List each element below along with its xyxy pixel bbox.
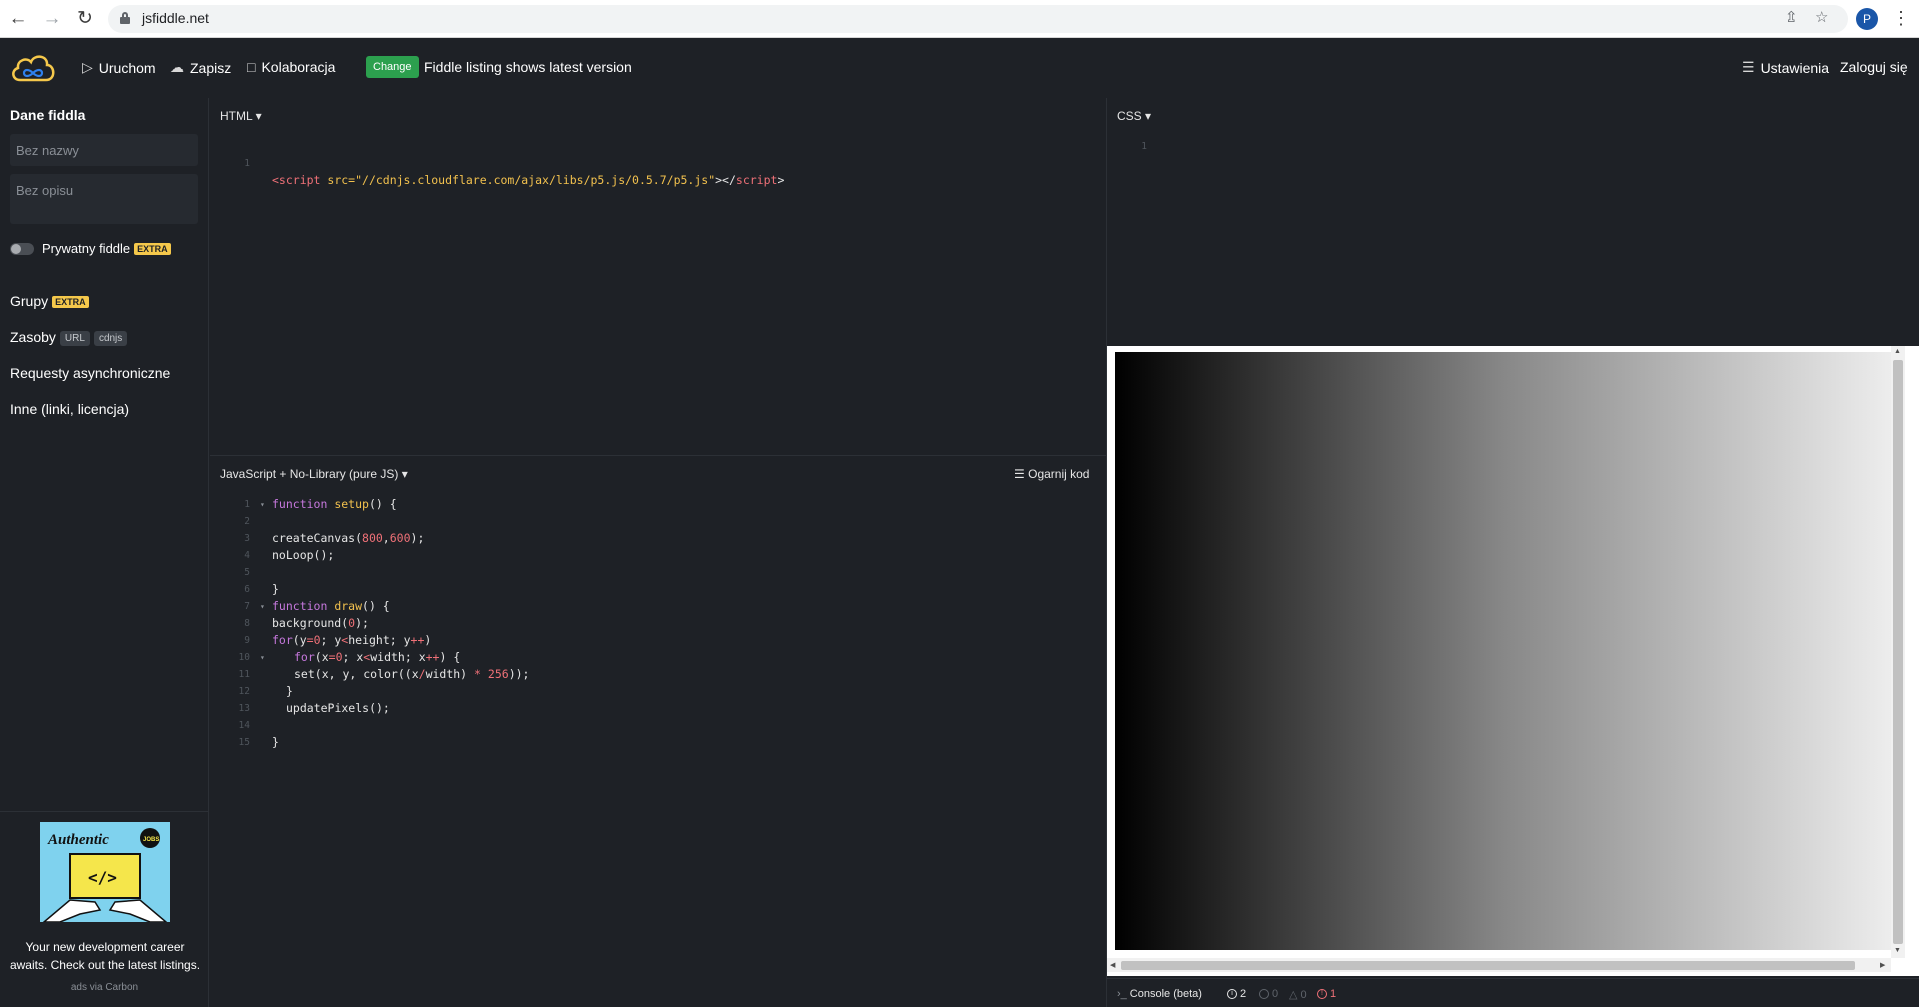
reload-icon[interactable]: ↻ — [73, 7, 97, 31]
sidebar-item-groups[interactable]: Grupy EXTRA — [10, 293, 89, 309]
js-language-select[interactable]: JavaScript + No-Library (pure JS) ▾ — [220, 467, 408, 481]
fold-arrow-icon: ▾ — [260, 653, 265, 662]
run-button[interactable]: ▷ Uruchom — [82, 59, 156, 76]
carbon-ad-image[interactable]: Authentic JOBS </> — [40, 822, 170, 922]
app-header: ▷ Uruchom ☁ Zapisz □ Kolaboracja Change … — [0, 38, 1919, 98]
browser-toolbar: ← → ↻ jsfiddle.net ⇫ ☆ P ⋮ — [0, 0, 1919, 38]
sidebar-title: Dane fiddla — [10, 107, 86, 123]
scroll-down-icon: ▼ — [1894, 947, 1901, 954]
extra-badge: EXTRA — [52, 296, 89, 308]
console-error-count[interactable]: ! 1 — [1317, 988, 1336, 1000]
change-notice-text: Fiddle listing shows latest version — [424, 59, 632, 75]
ad-illustration-icon: Authentic JOBS </> — [40, 822, 170, 922]
sliders-icon: ☰ — [1742, 59, 1755, 75]
result-horizontal-scrollbar[interactable]: ◀ ▶ — [1107, 958, 1891, 972]
ad-code-symbol: </> — [88, 868, 117, 887]
play-icon: ▷ — [82, 59, 93, 75]
fiddle-sidebar: Dane fiddla Bez nazwy Bez opisu Prywatny… — [0, 98, 209, 1007]
html-language-select[interactable]: HTML ▾ — [220, 109, 262, 123]
settings-button[interactable]: ☰ Ustawienia — [1742, 59, 1829, 76]
info-icon: i — [1227, 989, 1237, 999]
code-line: 1 <script src="//cdnjs.cloudflare.com/aj… — [244, 158, 785, 187]
url-text: jsfiddle.net — [142, 10, 209, 26]
forward-icon[interactable]: → — [40, 7, 64, 31]
html-editor[interactable]: 1 <script src="//cdnjs.cloudflare.com/aj… — [210, 138, 785, 187]
url-tag[interactable]: URL — [59, 331, 90, 346]
horizontal-divider[interactable] — [210, 455, 1106, 456]
sidebar-item-resources[interactable]: Zasoby URL cdnjs — [10, 329, 128, 346]
console-warning-count[interactable]: △ 0 — [1289, 988, 1307, 1002]
bookmark-star-icon[interactable]: ☆ — [1815, 8, 1828, 26]
ad-text[interactable]: Your new development career awaits. Chec… — [8, 938, 202, 974]
browser-menu-icon[interactable]: ⋮ — [1892, 6, 1910, 30]
ads-via-carbon[interactable]: ads via Carbon — [0, 982, 209, 993]
html-panel: HTML ▾ 1 <script src="//cdnjs.cloudflare… — [210, 98, 1106, 455]
warning-icon: △ — [1289, 989, 1298, 1001]
scroll-left-icon: ◀ — [1110, 962, 1116, 969]
login-button[interactable]: Zaloguj się — [1840, 59, 1908, 75]
address-bar[interactable]: jsfiddle.net ⇫ ☆ — [108, 5, 1848, 33]
fiddle-description-input[interactable]: Bez opisu — [10, 174, 198, 224]
css-panel: CSS ▾ 1 — [1107, 98, 1919, 346]
chat-icon: □ — [247, 59, 256, 75]
lines-icon: ☰ — [1014, 467, 1025, 481]
fiddle-name-input[interactable]: Bez nazwy — [10, 134, 198, 166]
sidebar-item-other[interactable]: Inne (linki, licencja) — [10, 401, 129, 417]
scroll-right-icon: ▶ — [1880, 962, 1886, 969]
sidebar-item-async-requests[interactable]: Requesty asynchroniczne — [10, 365, 170, 381]
cdnjs-tag[interactable]: cdnjs — [93, 331, 128, 346]
console-info-count[interactable]: i2 — [1227, 988, 1246, 1000]
tidy-code-button[interactable]: ☰ Ogarnij kod — [1014, 467, 1089, 481]
console-log-count[interactable]: 0 — [1259, 988, 1278, 1000]
private-fiddle-label: Prywatny fiddle EXTRA — [42, 241, 171, 256]
fold-arrow-icon: ▾ — [260, 500, 265, 509]
change-badge[interactable]: Change — [366, 56, 419, 78]
share-icon[interactable]: ⇫ — [1785, 8, 1798, 26]
js-panel: JavaScript + No-Library (pure JS) ▾ ☰ Og… — [210, 456, 1106, 1007]
ad-brand-text: Authentic — [47, 832, 109, 848]
ad-divider — [0, 811, 209, 812]
p5-canvas[interactable] — [1115, 352, 1895, 950]
profile-avatar[interactable]: P — [1856, 8, 1878, 30]
lock-icon — [120, 12, 130, 24]
jsfiddle-logo-icon[interactable] — [10, 50, 56, 84]
fold-arrow-icon: ▾ — [260, 602, 265, 611]
error-icon: ! — [1317, 989, 1327, 999]
console-toggle[interactable]: ›_ Console (beta) — [1117, 988, 1202, 1000]
scroll-up-icon: ▲ — [1894, 348, 1901, 355]
console-bar[interactable]: ›_ Console (beta) i2 0 △ 0 ! 1 — [1107, 978, 1919, 1007]
terminal-icon: ›_ — [1117, 988, 1127, 1000]
log-icon — [1259, 989, 1269, 999]
extra-badge: EXTRA — [134, 243, 171, 255]
result-frame[interactable] — [1107, 346, 1919, 976]
ad-jobs-text: JOBS — [143, 837, 159, 843]
result-vertical-scrollbar[interactable]: ▲ ▼ — [1891, 346, 1905, 958]
collaboration-button[interactable]: □ Kolaboracja — [247, 59, 335, 75]
cloud-upload-icon: ☁ — [170, 59, 184, 75]
css-language-select[interactable]: CSS ▾ — [1117, 109, 1151, 123]
save-button[interactable]: ☁ Zapisz — [170, 59, 231, 76]
back-icon[interactable]: ← — [6, 7, 30, 31]
private-toggle[interactable] — [10, 243, 34, 255]
